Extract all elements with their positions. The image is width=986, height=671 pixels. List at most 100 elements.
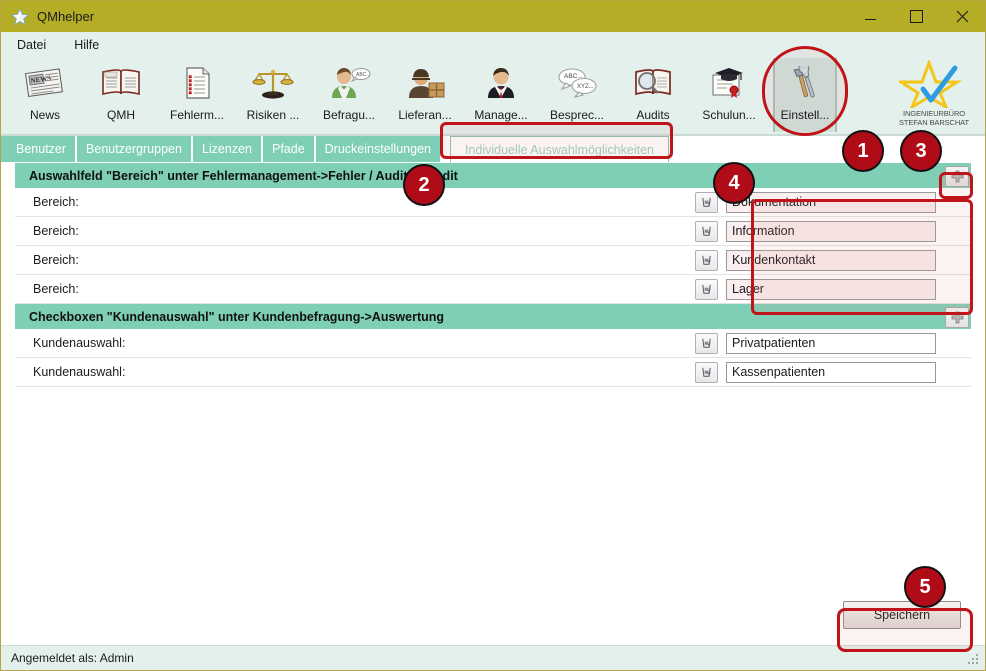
window-title: QMhelper <box>37 9 94 24</box>
certificate-graduation-icon <box>707 62 751 104</box>
toolbar-label: QMH <box>107 108 135 122</box>
menu-item-datei[interactable]: Datei <box>11 35 58 55</box>
section-header-bereich: Auswahlfeld "Bereich" unter Fehlermanage… <box>15 163 971 188</box>
row-label: Bereich: <box>15 282 695 296</box>
plus-icon <box>951 311 964 324</box>
settings-content: Auswahlfeld "Bereich" unter Fehlermanage… <box>1 163 985 643</box>
delete-icon[interactable] <box>695 279 718 300</box>
toolbar-button-fehlermanagement[interactable]: Fehlerm... <box>159 58 235 132</box>
table-row: Kundenauswahl: <box>15 329 971 358</box>
section-header-kundenauswahl: Checkboxen "Kundenauswahl" unter Kundenb… <box>15 304 971 329</box>
bereich-value-input[interactable] <box>726 221 936 242</box>
menu-bar: Datei Hilfe <box>1 32 985 58</box>
section-title: Checkboxen "Kundenauswahl" unter Kundenb… <box>15 310 444 324</box>
close-icon[interactable] <box>939 1 985 32</box>
toolbar-label: Audits <box>636 108 669 122</box>
person-speech-icon: ABC... <box>327 62 371 104</box>
delete-icon[interactable] <box>695 192 718 213</box>
toolbar-label: Lieferan... <box>398 108 451 122</box>
section-title: Auswahlfeld "Bereich" unter Fehlermanage… <box>15 169 458 183</box>
toolbar-label: Risiken ... <box>247 108 300 122</box>
minimize-icon[interactable] <box>847 1 893 32</box>
toolbar-label: Manage... <box>474 108 527 122</box>
businessman-icon <box>479 62 523 104</box>
toolbar-label: News <box>30 108 60 122</box>
speech-bubbles-icon: ABC... XYZ... <box>555 62 599 104</box>
delete-icon[interactable] <box>695 221 718 242</box>
menu-item-hilfe[interactable]: Hilfe <box>68 35 111 55</box>
toolbar-button-befragung[interactable]: ABC... Befragu... <box>311 58 387 132</box>
toolbar-button-qmh[interactable]: QMH <box>83 58 159 132</box>
status-text: Angemeldet als: Admin <box>1 651 134 665</box>
star-icon <box>11 8 29 26</box>
toolbar-label: Fehlerm... <box>170 108 224 122</box>
delete-icon[interactable] <box>695 250 718 271</box>
row-label: Kundenauswahl: <box>15 336 695 350</box>
table-row: Kundenauswahl: <box>15 358 971 387</box>
kundenauswahl-value-input[interactable] <box>726 333 936 354</box>
toolbar-label: Besprec... <box>550 108 604 122</box>
toolbar-label: Schulun... <box>702 108 755 122</box>
main-toolbar: NEWS News <box>1 58 985 136</box>
bereich-value-input[interactable] <box>726 250 936 271</box>
scales-icon <box>251 62 295 104</box>
hammer-wrench-icon <box>783 62 827 104</box>
annotation-badge-4: 4 <box>713 162 755 204</box>
toolbar-button-audits[interactable]: Audits <box>615 58 691 132</box>
toolbar-button-schulungen[interactable]: Schulun... <box>691 58 767 132</box>
row-label: Bereich: <box>15 195 695 209</box>
save-area: Speichern <box>843 601 961 629</box>
delivery-person-icon <box>403 62 447 104</box>
toolbar-button-lieferanten[interactable]: Lieferan... <box>387 58 463 132</box>
logo-caption: INGENIEURBÜROSTEFAN BARSCHAT <box>899 109 969 127</box>
toolbar-button-besprechungen[interactable]: ABC... XYZ... Besprec... <box>539 58 615 132</box>
delete-icon[interactable] <box>695 333 718 354</box>
add-bereich-button[interactable] <box>945 166 969 187</box>
delete-icon[interactable] <box>695 362 718 383</box>
tab-benutzer[interactable]: Benutzer <box>7 136 75 162</box>
open-book-icon <box>99 62 143 104</box>
tab-druckeinstellungen[interactable]: Druckeinstellungen <box>316 136 440 162</box>
kundenauswahl-value-input[interactable] <box>726 362 936 383</box>
tab-lizenzen[interactable]: Lizenzen <box>193 136 261 162</box>
row-label: Bereich: <box>15 253 695 267</box>
svg-text:XYZ...: XYZ... <box>577 84 594 90</box>
annotation-badge-5: 5 <box>904 566 946 608</box>
company-logo: INGENIEURBÜROSTEFAN BARSCHAT <box>891 60 977 130</box>
table-row: Bereich: <box>15 188 971 217</box>
resize-grip[interactable] <box>968 654 980 666</box>
annotation-badge-3: 3 <box>900 130 942 172</box>
tab-benutzergruppen[interactable]: Benutzergruppen <box>77 136 191 162</box>
toolbar-label: Befragu... <box>323 108 375 122</box>
toolbar-button-management[interactable]: Manage... <box>463 58 539 132</box>
application-window: QMhelper Datei Hilfe NEWS <box>0 0 986 671</box>
checklist-document-icon <box>175 62 219 104</box>
toolbar-button-news[interactable]: NEWS News <box>7 58 83 132</box>
save-button[interactable]: Speichern <box>843 601 961 629</box>
settings-tabstrip: Benutzer Benutzergruppen Lizenzen Pfade … <box>1 136 985 163</box>
newspaper-icon: NEWS <box>23 62 67 104</box>
bereich-value-input[interactable] <box>726 192 936 213</box>
plus-icon <box>951 170 964 183</box>
add-kundenauswahl-button[interactable] <box>945 307 969 328</box>
toolbar-button-einstellungen[interactable]: Einstell... <box>767 58 843 132</box>
tab-pfade[interactable]: Pfade <box>263 136 314 162</box>
table-row: Bereich: <box>15 246 971 275</box>
table-row: Bereich: <box>15 275 971 304</box>
bereich-value-input[interactable] <box>726 279 936 300</box>
toolbar-label: Einstell... <box>781 108 830 122</box>
status-bar: Angemeldet als: Admin <box>1 645 985 670</box>
annotation-badge-2: 2 <box>403 164 445 206</box>
annotation-badge-1: 1 <box>842 130 884 172</box>
star-check-logo-icon <box>899 60 969 113</box>
toolbar-button-risiken[interactable]: Risiken ... <box>235 58 311 132</box>
table-row: Bereich: <box>15 217 971 246</box>
window-controls <box>847 1 985 32</box>
svg-text:ABC...: ABC... <box>356 72 370 78</box>
row-label: Bereich: <box>15 224 695 238</box>
tab-individuelle-auswahlmoeglichkeiten[interactable]: Individuelle Auswahlmöglichkeiten <box>450 136 669 162</box>
row-label: Kundenauswahl: <box>15 365 695 379</box>
title-bar: QMhelper <box>1 1 985 32</box>
book-magnifier-icon <box>631 62 675 104</box>
maximize-icon[interactable] <box>893 1 939 32</box>
